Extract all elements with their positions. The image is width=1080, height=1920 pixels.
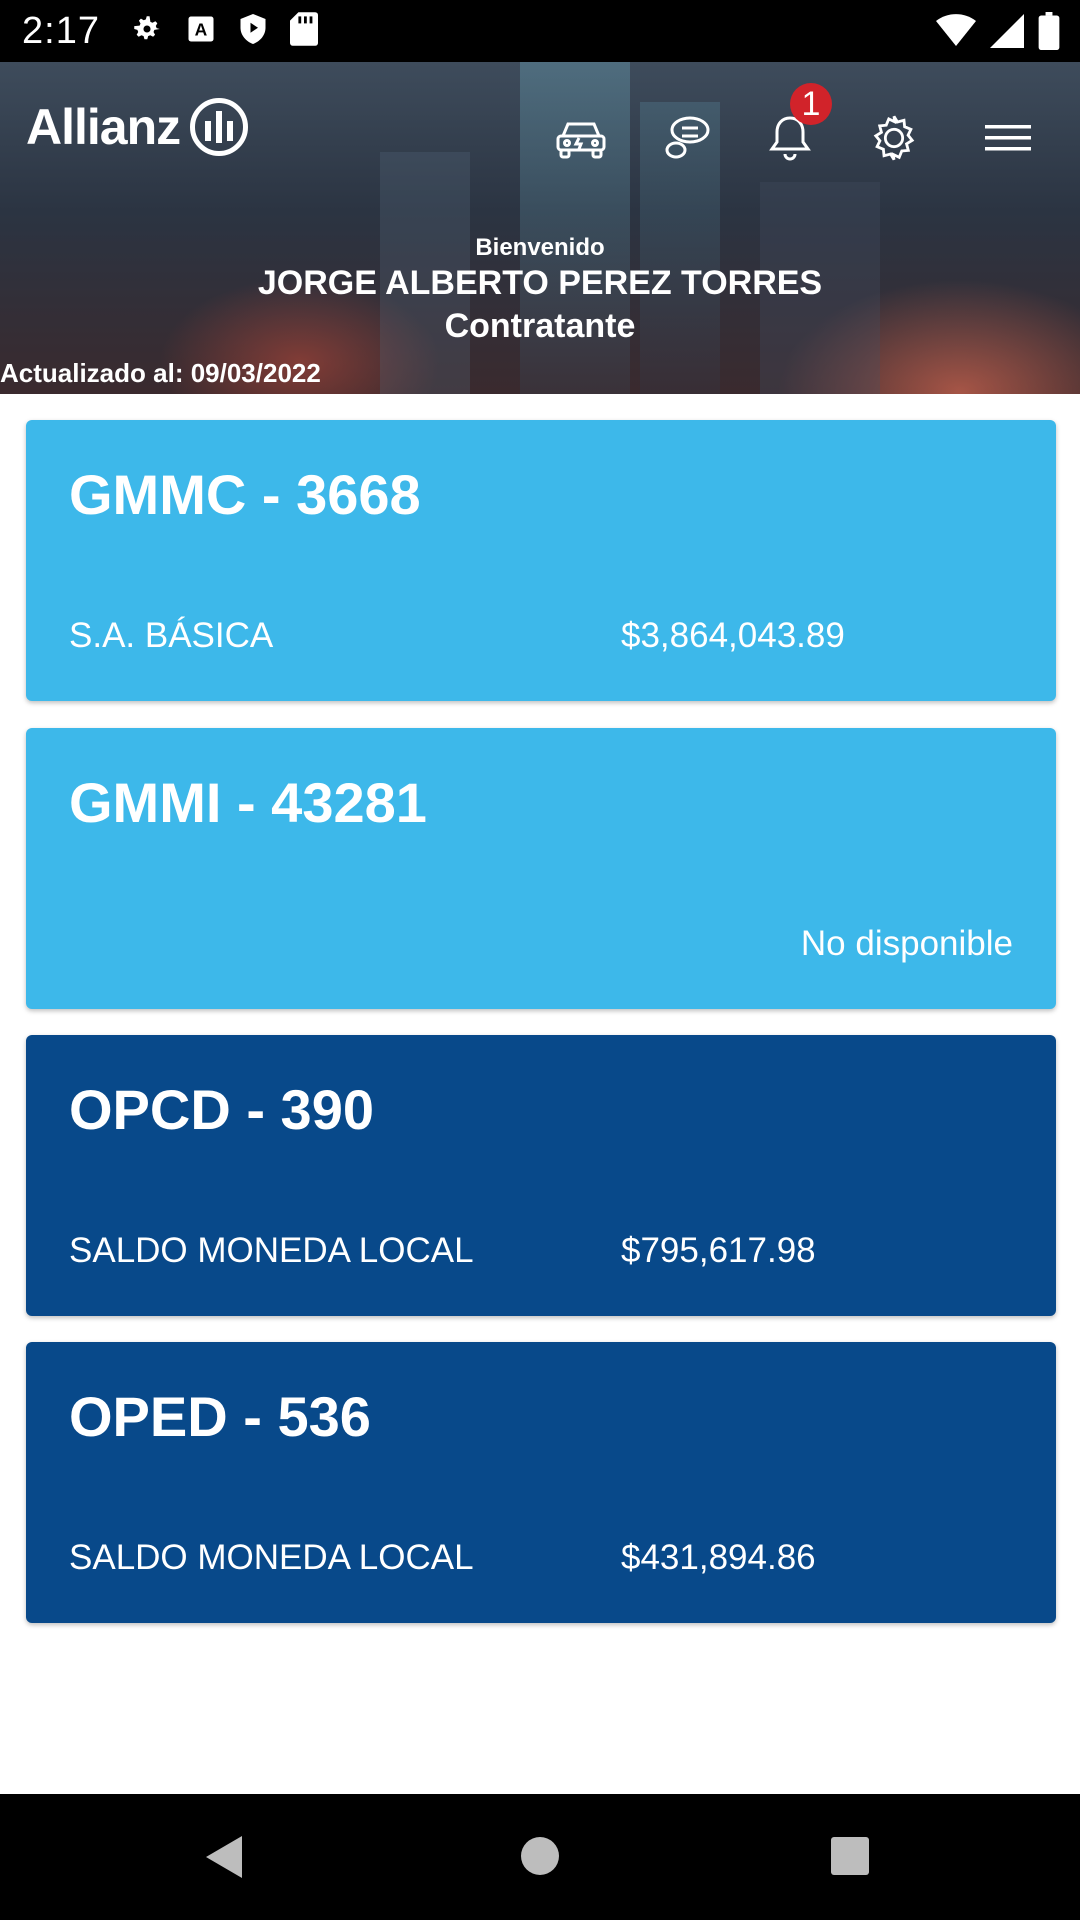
shield-icon [238, 12, 268, 51]
policy-label: S.A. BÁSICA [69, 616, 274, 655]
logo-text: Allianz [26, 99, 181, 155]
policy-card[interactable]: GMMC - 3668 S.A. BÁSICA $3,864,043.89 [26, 420, 1056, 701]
allianz-eagle-icon [190, 98, 249, 156]
policy-card[interactable]: GMMI - 43281 No disponible [26, 728, 1056, 1009]
chat-icon[interactable] [660, 110, 716, 166]
policy-amount: No disponible [800, 924, 1013, 963]
policy-title: GMMI - 43281 [69, 771, 427, 834]
gear-icon[interactable] [866, 110, 922, 166]
wifi-icon [936, 13, 976, 54]
welcome-label: Bienvenido [475, 234, 605, 261]
user-role: Contratante [444, 307, 636, 345]
updated-date: Actualizado al: 09/03/2022 [0, 358, 321, 388]
signal-icon [990, 13, 1024, 54]
back-icon[interactable] [204, 1834, 244, 1885]
policy-amount: $795,617.98 [621, 1231, 816, 1270]
policy-amount: $431,894.86 [621, 1538, 816, 1577]
status-bar: 2:17 A [0, 0, 1080, 62]
menu-icon[interactable] [980, 110, 1036, 166]
allianz-logo: Allianz [26, 98, 249, 156]
policy-label: SALDO MONEDA LOCAL [69, 1538, 474, 1577]
user-name: JORGE ALBERTO PEREZ TORRES [257, 264, 823, 302]
policy-card[interactable]: OPED - 536 SALDO MONEDA LOCAL $431,894.8… [26, 1342, 1056, 1623]
car-icon[interactable] [553, 110, 609, 166]
policy-title: OPED - 536 [69, 1385, 371, 1448]
recents-icon[interactable] [830, 1836, 870, 1881]
policy-title: OPCD - 390 [69, 1078, 374, 1141]
home-icon[interactable] [520, 1836, 560, 1881]
policy-amount: $3,864,043.89 [621, 616, 845, 655]
notification-badge: 1 [790, 83, 832, 125]
keyboard-a-icon: A [186, 14, 216, 49]
policy-card[interactable]: OPCD - 390 SALDO MONEDA LOCAL $795,617.9… [26, 1035, 1056, 1316]
system-nav-bar [0, 1794, 1080, 1920]
battery-icon [1038, 12, 1060, 55]
policy-title: GMMC - 3668 [69, 463, 421, 526]
status-time: 2:17 [22, 9, 100, 52]
settings-icon [130, 12, 164, 51]
svg-text:A: A [195, 19, 208, 39]
policy-label: SALDO MONEDA LOCAL [69, 1231, 474, 1270]
header-banner: Allianz 1 Bienvenido JORGE ALBERTO PEREZ… [0, 62, 1080, 394]
sd-card-icon [289, 11, 318, 51]
